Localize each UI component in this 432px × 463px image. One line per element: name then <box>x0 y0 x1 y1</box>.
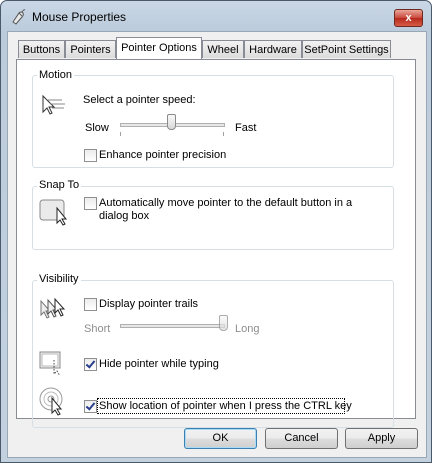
title-bar[interactable]: Mouse Properties x <box>1 1 431 31</box>
tab-wheel[interactable]: Wheel <box>202 40 244 58</box>
visibility-group-label: Visibility <box>37 273 81 285</box>
show-location-checkbox[interactable] <box>84 400 97 413</box>
pointer-trails-label[interactable]: Display pointer trails <box>99 298 198 310</box>
trail-long-label: Long <box>235 323 260 335</box>
pointer-trails-checkbox[interactable] <box>84 298 97 311</box>
hide-pointer-icon <box>39 351 61 376</box>
dialog-client-area: Buttons Pointers Pointer Options Wheel H… <box>7 31 427 458</box>
snap-to-group-label: Snap To <box>37 179 82 191</box>
fast-label: Fast <box>235 122 257 134</box>
show-location-icon <box>39 387 63 416</box>
slow-label: Slow <box>85 122 109 134</box>
pointer-trails-icon <box>40 297 66 319</box>
speed-tick-min <box>120 132 121 136</box>
enhance-precision-checkbox[interactable] <box>84 149 97 162</box>
mouse-icon <box>12 9 26 25</box>
tab-pointer-options[interactable]: Pointer Options <box>116 37 202 59</box>
close-icon: x <box>405 12 412 24</box>
enhance-precision-label[interactable]: Enhance pointer precision <box>99 149 226 161</box>
tab-hardware[interactable]: Hardware <box>244 40 302 58</box>
cancel-button[interactable]: Cancel <box>265 428 338 449</box>
hide-pointer-checkbox[interactable] <box>84 358 97 371</box>
ok-button[interactable]: OK <box>184 428 257 449</box>
snap-to-group <box>32 186 394 250</box>
show-location-label[interactable]: Show location of pointer when I press th… <box>99 400 352 412</box>
trail-length-track <box>120 324 225 328</box>
pointer-speed-slider-thumb[interactable] <box>167 114 176 130</box>
hide-pointer-label[interactable]: Hide pointer while typing <box>99 358 219 370</box>
apply-button[interactable]: Apply <box>345 428 418 449</box>
motion-group-label: Motion <box>37 69 75 81</box>
mouse-properties-window: Mouse Properties x Buttons Pointers Poin… <box>0 0 432 463</box>
tab-setpoint-settings[interactable]: SetPoint Settings <box>302 40 391 58</box>
close-button[interactable]: x <box>394 9 423 27</box>
pointer-options-panel: Motion Select a pointer speed: Slow Fast… <box>16 59 416 428</box>
trail-short-label: Short <box>84 323 111 335</box>
speed-prompt-label: Select a pointer speed: <box>83 94 196 106</box>
snap-to-icon <box>39 199 68 226</box>
snap-to-checkbox[interactable] <box>84 197 97 210</box>
snap-to-label-line2[interactable]: dialog box <box>99 210 149 222</box>
tab-pointers[interactable]: Pointers <box>65 40 116 58</box>
window-title: Mouse Properties <box>32 10 127 24</box>
trail-length-slider-thumb <box>218 315 228 331</box>
snap-to-label-line1[interactable]: Automatically move pointer to the defaul… <box>99 197 352 209</box>
speed-tick-max <box>223 132 224 136</box>
tab-buttons[interactable]: Buttons <box>18 40 65 58</box>
pointer-speed-icon <box>42 94 65 115</box>
